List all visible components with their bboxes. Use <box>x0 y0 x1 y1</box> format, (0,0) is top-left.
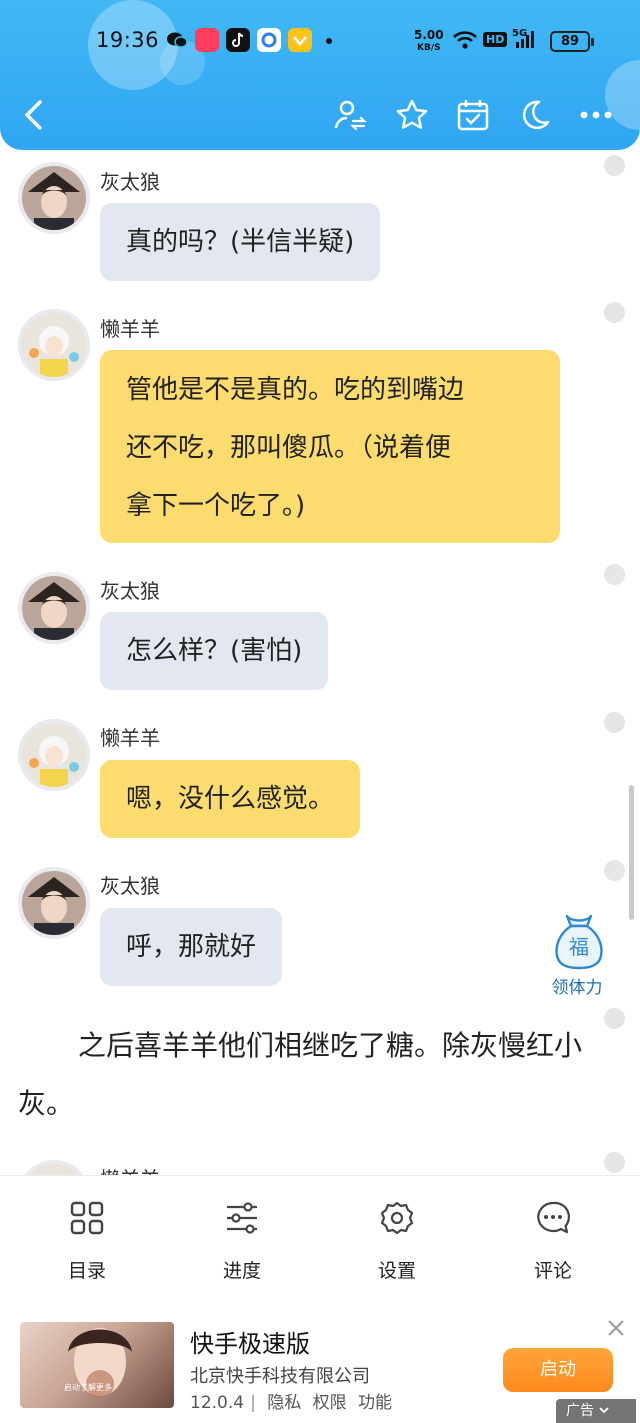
message-bubble: 呼，那就好 <box>100 908 283 986</box>
lucky-bag-icon: 福 <box>555 914 603 970</box>
star-icon <box>396 99 428 129</box>
avatar-lazy-goat <box>18 309 90 381</box>
nav-catalog[interactable]: 目录 <box>37 1198 137 1288</box>
night-mode-button[interactable] <box>512 90 556 140</box>
reader-header: 19:36 5.00 KB/S HD 5G 89 <box>0 0 640 150</box>
fab-label: 领体力 <box>551 978 603 998</box>
message-bubble: 嗯，没什么感觉。 <box>100 760 361 838</box>
switch-user-button[interactable] <box>328 90 372 140</box>
ad-permissions-link[interactable]: 权限 <box>313 1393 347 1413</box>
message-dot <box>604 155 625 176</box>
scrollbar-thumb[interactable] <box>629 785 634 920</box>
narration-text: 之后喜羊羊他们相继吃了糖。除灰慢红小灰。 <box>18 1029 583 1120</box>
browser-app-icon <box>257 28 281 52</box>
ad-separator: | <box>250 1393 256 1413</box>
ad-thumb-caption: 启动了解更多 <box>64 1383 112 1392</box>
status-time: 19:36 <box>96 28 160 52</box>
nav-label: 进度 <box>222 1260 261 1282</box>
message-bubble: 怎么样？(害怕) <box>100 612 329 690</box>
calendar-check-icon <box>457 100 489 131</box>
ad-tag-label: 广告 <box>566 1403 594 1419</box>
message-speaker: 懒羊羊 <box>100 317 160 341</box>
message-bubble: 管他是不是真的。吃的到嘴边 还不吃，那叫傻瓜。（说着便 拿下一个吃了。) <box>100 350 560 543</box>
nav-comments[interactable]: 评论 <box>503 1198 603 1288</box>
comment-icon <box>537 1201 570 1234</box>
close-icon <box>608 1320 624 1336</box>
bottom-panel: 目录 进度 设置 评论 启动了解更多 快手极速版 北京快手科技有限公司 12.0… <box>0 1175 640 1423</box>
network-speed-unit: KB/S <box>417 43 441 53</box>
ad-tag[interactable]: 广告 <box>556 1399 636 1423</box>
hd-icon: HD <box>483 32 508 47</box>
message-speaker: 灰太狼 <box>100 579 160 603</box>
message-speaker: 懒羊羊 <box>100 726 160 750</box>
more-button[interactable] <box>574 90 618 140</box>
network-speed-value: 5.00 <box>414 28 444 42</box>
ad-banner[interactable]: 启动了解更多 快手极速版 北京快手科技有限公司 12.0.4 | 隐私 权限 功能… <box>0 1306 640 1423</box>
message-text: 怎么样？(害怕) <box>126 636 303 666</box>
nav-progress[interactable]: 进度 <box>192 1198 292 1288</box>
claim-energy-button[interactable]: 福 领体力 <box>545 910 609 1000</box>
ad-meta: 12.0.4 | 隐私 权限 功能 <box>190 1388 398 1413</box>
message-speaker: 灰太狼 <box>100 170 160 194</box>
nav-label: 评论 <box>533 1260 572 1282</box>
sliders-icon <box>227 1202 257 1234</box>
nav-label: 设置 <box>377 1260 416 1282</box>
shopping-app-icon <box>195 28 219 52</box>
grid-icon <box>70 1201 104 1235</box>
more-icon <box>580 111 612 119</box>
wechat-icon <box>165 28 189 52</box>
avatar-lazy-goat <box>18 719 90 791</box>
battery-indicator: 89 <box>550 31 594 52</box>
message-text: 管他是不是真的。吃的到嘴边 还不吃，那叫傻瓜。（说着便 拿下一个吃了。) <box>126 375 465 521</box>
message-dot <box>604 1152 625 1173</box>
ad-launch-button[interactable]: 启动 <box>503 1348 613 1392</box>
ad-features-link[interactable]: 功能 <box>358 1393 392 1413</box>
wifi-icon <box>452 28 478 56</box>
check-in-button[interactable] <box>451 90 495 140</box>
ad-company: 北京快手科技有限公司 <box>190 1366 370 1387</box>
message-dot <box>604 564 625 585</box>
message-dot <box>604 302 625 323</box>
more-notifications-dot <box>326 38 332 44</box>
avatar-grey-wolf <box>18 867 90 939</box>
ad-privacy-link[interactable]: 隐私 <box>267 1393 301 1413</box>
gear-icon <box>380 1201 414 1235</box>
ad-thumbnail[interactable]: 启动了解更多 <box>20 1322 174 1408</box>
message-dot <box>604 860 625 881</box>
favorite-button[interactable] <box>390 90 434 140</box>
ad-title: 快手极速版 <box>190 1330 310 1358</box>
back-icon <box>25 100 42 130</box>
message-speaker: 灰太狼 <box>100 874 160 898</box>
message-dot <box>604 712 625 733</box>
chevron-down-icon <box>599 1407 610 1414</box>
nav-label: 目录 <box>67 1260 106 1282</box>
message-text: 真的吗？(半信半疑) <box>126 227 355 257</box>
switch-user-icon <box>334 100 367 131</box>
moon-icon <box>522 100 550 130</box>
fab-glyph: 福 <box>569 935 589 959</box>
reader-app-icon <box>288 28 312 52</box>
message-bubble: 真的吗？(半信半疑) <box>100 203 381 281</box>
avatar-grey-wolf <box>18 162 90 234</box>
message-text: 呼，那就好 <box>126 932 257 962</box>
network-speed: 5.00 KB/S <box>414 28 444 54</box>
douyin-icon <box>226 28 250 52</box>
reader-toolbar <box>0 90 640 142</box>
ad-close-button[interactable] <box>606 1318 626 1338</box>
ad-version: 12.0.4 <box>190 1393 245 1413</box>
avatar-grey-wolf <box>18 572 90 644</box>
status-bar: 19:36 5.00 KB/S HD 5G 89 <box>0 22 640 62</box>
nav-settings[interactable]: 设置 <box>347 1198 447 1288</box>
back-button[interactable] <box>12 90 56 140</box>
message-text: 嗯，没什么感觉。 <box>126 784 335 814</box>
